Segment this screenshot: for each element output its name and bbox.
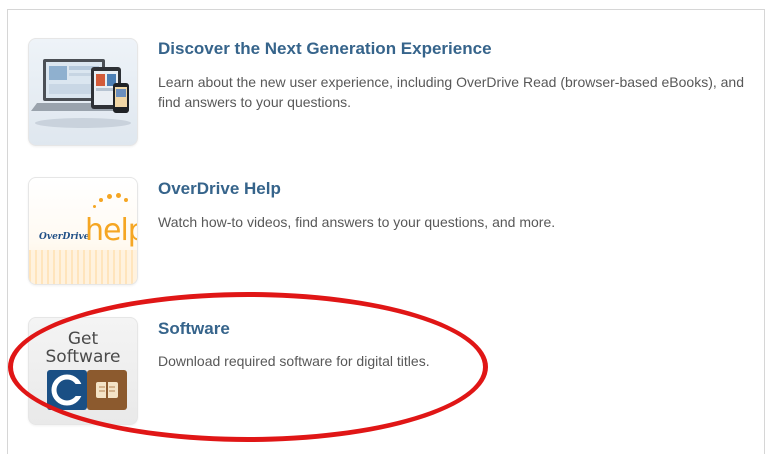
overdrive-logo-text: OverDrive [39,232,90,242]
decorative-stripes [29,250,137,284]
item-title-overdrive-help[interactable]: OverDrive Help [158,179,281,199]
help-logo-text: help [85,213,137,248]
highlight-ellipse [8,292,488,442]
item-title-discover[interactable]: Discover the Next Generation Experience [158,39,492,59]
item-description-overdrive-help: Watch how-to videos, find answers to you… [158,214,556,230]
devices-icon[interactable] [28,38,138,146]
item-description-discover: Learn about the new user experience, inc… [158,74,744,110]
overdrive-help-logo[interactable]: OverDrive help [28,177,138,285]
